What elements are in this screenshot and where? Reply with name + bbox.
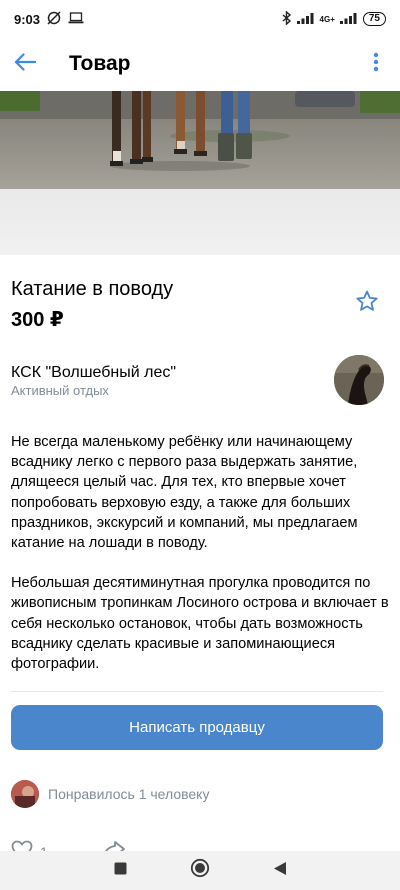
status-bar: 9:03 4G+ 75 — [0, 0, 400, 38]
product-name: Катание в поводу — [11, 278, 174, 300]
likes-row[interactable]: Понравилось 1 человеку — [11, 780, 209, 808]
product-price: 300 ₽ — [11, 309, 64, 331]
description-paragraph: Не всегда маленькому ребёнку или начинаю… — [11, 434, 358, 552]
battery-indicator: 75 — [362, 12, 386, 26]
home-button[interactable] — [180, 851, 220, 890]
description-paragraph: Небольшая десятиминутная прогулка провод… — [11, 575, 389, 673]
seller-name[interactable]: КСК "Волшебный лес" — [11, 364, 176, 382]
recents-button[interactable] — [100, 851, 140, 890]
system-navbar — [0, 851, 400, 890]
product-photo[interactable] — [0, 91, 400, 189]
network-type-label: 4G+ — [319, 14, 335, 24]
star-icon — [355, 289, 379, 318]
seller-category: Активный отдых — [11, 383, 109, 398]
sync-off-icon — [46, 10, 62, 29]
laptop-icon — [68, 11, 84, 27]
square-icon — [114, 862, 127, 880]
signal-2-icon — [339, 12, 358, 27]
seller-avatar[interactable] — [334, 355, 384, 405]
likes-text: Понравилось 1 человеку — [48, 786, 210, 802]
back-button[interactable] — [3, 42, 47, 86]
message-seller-button[interactable]: Написать продавцу — [11, 705, 383, 750]
back-nav-button[interactable] — [260, 851, 300, 890]
divider — [11, 691, 383, 692]
home-circle-icon — [190, 858, 210, 883]
page-title: Товар — [69, 52, 131, 75]
app-header: Товар — [0, 38, 400, 90]
signal-icon — [296, 12, 315, 27]
product-description: Не всегда маленькому ребёнку или начинаю… — [11, 432, 389, 694]
liker-avatar — [11, 780, 39, 808]
status-time: 9:03 — [14, 11, 41, 27]
photo-placeholder — [0, 189, 400, 255]
arrow-left-icon — [14, 52, 37, 76]
more-button[interactable] — [354, 42, 398, 86]
more-vertical-icon — [373, 52, 379, 77]
bluetooth-icon — [282, 9, 292, 28]
favorite-button[interactable] — [352, 288, 382, 318]
triangle-back-icon — [273, 861, 287, 881]
